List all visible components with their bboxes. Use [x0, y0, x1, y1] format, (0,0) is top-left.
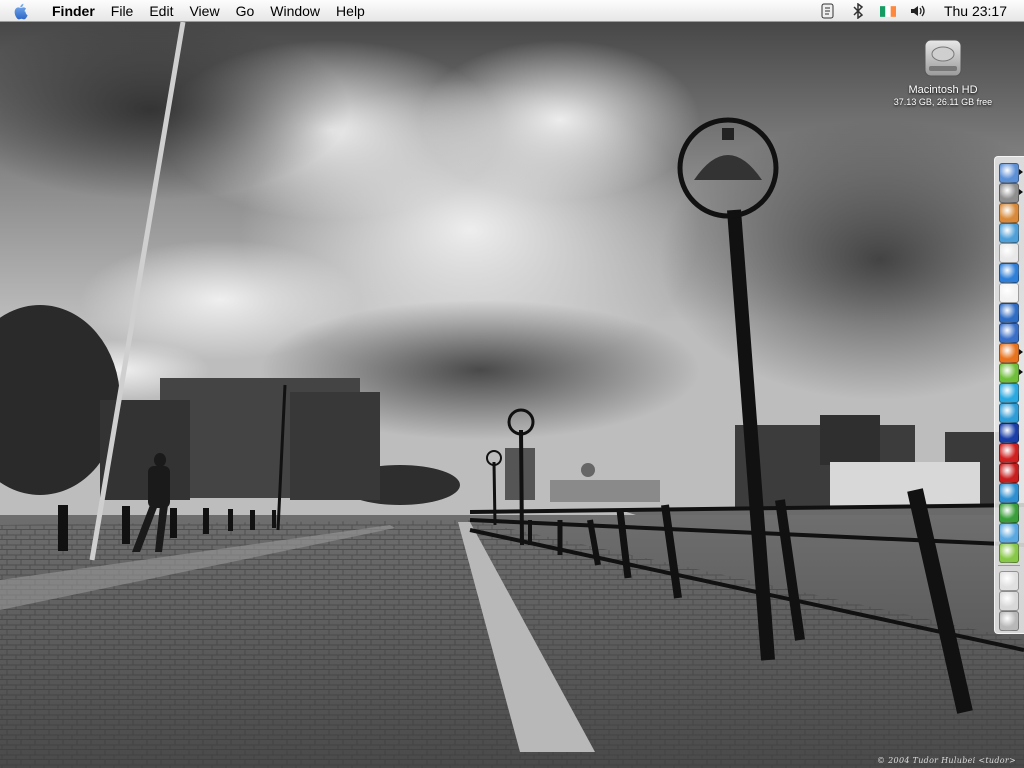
dock-item-acrobat-icon[interactable] — [999, 463, 1019, 483]
dock-item-utility-app-icon[interactable] — [999, 503, 1019, 523]
dock-running-indicator — [1019, 169, 1023, 175]
wallpaper-credit: © 2004 Tudor Hulubei <tudor> — [877, 756, 1016, 765]
dock-item-system-preferences-icon[interactable] — [999, 183, 1019, 203]
menu-window[interactable]: Window — [262, 0, 328, 22]
dock-item-stickies-icon[interactable] — [999, 543, 1019, 563]
apple-menu-icon[interactable] — [12, 2, 34, 20]
dock-running-indicator — [1019, 349, 1023, 355]
menu-extras: Thu 23:17 — [810, 0, 1024, 22]
dock-item-quicktime-icon[interactable] — [999, 483, 1019, 503]
dock-item-chat-icon[interactable] — [999, 403, 1019, 423]
dock-item-iphoto-icon[interactable] — [999, 203, 1019, 223]
dock-item-no-entry-icon[interactable] — [999, 443, 1019, 463]
dock-item-microsoft-word-icon[interactable] — [999, 303, 1019, 323]
desktop-icon-label: Macintosh HD — [908, 84, 978, 96]
desktop-icon-info: 37.13 GB, 26.11 GB free — [893, 97, 993, 107]
menu-edit[interactable]: Edit — [141, 0, 181, 22]
dock-item-dashboard-icon[interactable] — [999, 423, 1019, 443]
volume-icon[interactable] — [906, 0, 930, 22]
desktop-icon-macintosh-hd[interactable]: Macintosh HD 37.13 GB, 26.11 GB free — [886, 34, 1000, 107]
dock-item-textedit-icon[interactable] — [999, 283, 1019, 303]
dock-item-safari-icon[interactable] — [999, 263, 1019, 283]
app-menu-finder[interactable]: Finder — [44, 0, 103, 22]
bluetooth-icon[interactable] — [846, 0, 870, 22]
menu-help[interactable]: Help — [328, 0, 373, 22]
dock-item-itunes-icon[interactable] — [999, 523, 1019, 543]
desktop-wallpaper — [0, 0, 1024, 768]
dock-running-indicator — [1019, 189, 1023, 195]
script-menu-icon[interactable] — [816, 0, 840, 22]
dock-item-finder-icon[interactable] — [999, 163, 1019, 183]
menu-view[interactable]: View — [181, 0, 227, 22]
hard-drive-icon — [919, 34, 967, 82]
dock-item-adium-icon[interactable] — [999, 363, 1019, 383]
menu-bar: Finder File Edit View Go Window Help Thu… — [0, 0, 1024, 22]
dock-item-documents-stack-icon[interactable] — [999, 571, 1019, 591]
dock — [994, 156, 1024, 634]
menu-go[interactable]: Go — [228, 0, 263, 22]
menu-file[interactable]: File — [103, 0, 142, 22]
dock-item-trash-icon[interactable] — [999, 611, 1019, 631]
dock-item-network-utility-icon[interactable] — [999, 323, 1019, 343]
dock-separator — [998, 565, 1020, 566]
dock-running-indicator — [1019, 369, 1023, 375]
dock-item-firefox-icon[interactable] — [999, 343, 1019, 363]
dock-item-downloads-stack-icon[interactable] — [999, 591, 1019, 611]
dock-item-skype-icon[interactable] — [999, 383, 1019, 403]
dock-item-preview-icon[interactable] — [999, 223, 1019, 243]
ireland-flag-icon[interactable] — [876, 0, 900, 22]
menu-clock[interactable]: Thu 23:17 — [944, 3, 1007, 19]
dock-item-ical-icon[interactable] — [999, 243, 1019, 263]
